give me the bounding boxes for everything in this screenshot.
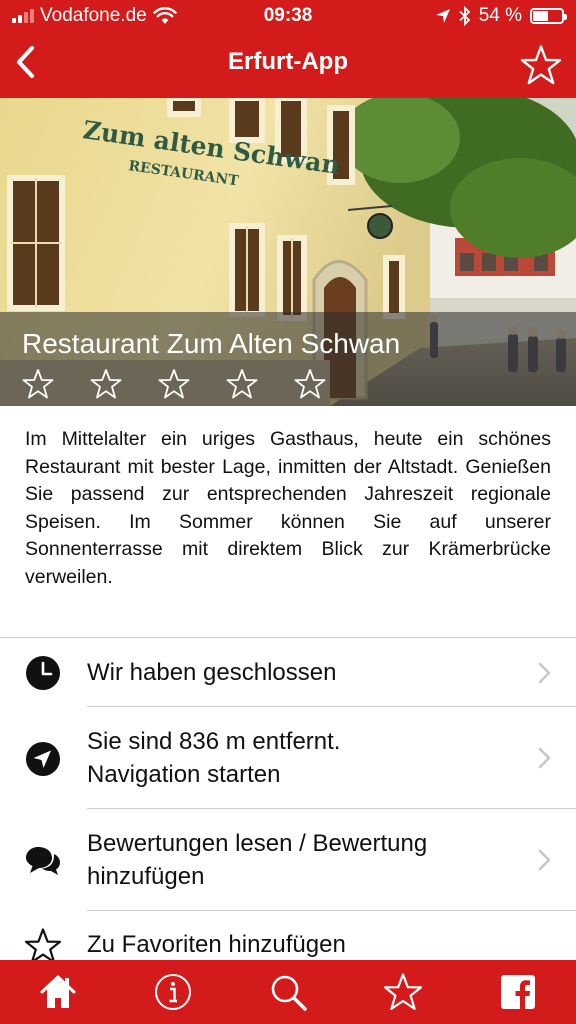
- favorite-star-icon[interactable]: [520, 44, 562, 86]
- action-list: Wir haben geschlossen Sie sind 836 m ent…: [0, 637, 576, 971]
- navigation-label: Sie sind 836 m entfernt. Navigation star…: [87, 725, 340, 791]
- status-right-group: 54 %: [435, 5, 567, 27]
- distance-text: Sie sind 836 m entfernt.: [87, 728, 341, 755]
- tab-search[interactable]: [267, 971, 309, 1013]
- favorites-label: Zu Favoriten hinzufügen: [87, 931, 346, 958]
- tab-facebook[interactable]: [497, 971, 539, 1013]
- home-icon: [40, 975, 76, 1008]
- star-outline-icon: [384, 973, 423, 1010]
- bluetooth-icon: [459, 6, 470, 26]
- rating-star-icon[interactable]: [158, 368, 190, 400]
- reviews-text-line2: hinzufügen: [87, 863, 205, 890]
- rating-star-icon[interactable]: [226, 368, 258, 400]
- reviews-row[interactable]: Bewertungen lesen / Bewertung hinzufügen: [0, 809, 576, 911]
- start-navigation-text: Navigation starten: [87, 761, 281, 788]
- rating-star-icon[interactable]: [294, 368, 326, 400]
- status-bar: Vodafone.de 09:38 54 %: [0, 0, 576, 32]
- info-icon: [154, 974, 191, 1010]
- page-title: Erfurt-App: [228, 48, 348, 75]
- search-icon: [271, 975, 307, 1011]
- tab-bar: [0, 960, 576, 1024]
- rating-stars[interactable]: [22, 368, 326, 400]
- hero-image: Zum alten Schwan RESTAURANT Restaurant Z…: [0, 98, 576, 406]
- speech-bubbles-icon: [26, 847, 60, 875]
- opening-hours-row[interactable]: Wir haben geschlossen: [0, 638, 576, 707]
- opening-hours-label: Wir haben geschlossen: [87, 659, 337, 686]
- tab-home[interactable]: [37, 971, 79, 1013]
- rating-star-icon[interactable]: [22, 368, 54, 400]
- chevron-right-icon: [538, 662, 551, 684]
- reviews-text-line1: Bewertungen lesen / Bewertung: [87, 830, 428, 857]
- chevron-right-icon: [538, 849, 551, 871]
- clock-icon: [26, 656, 60, 690]
- navigation-row[interactable]: Sie sind 836 m entfernt. Navigation star…: [0, 707, 576, 809]
- battery-fill: [533, 11, 548, 21]
- navigation-bar: Erfurt-App: [0, 32, 576, 98]
- facebook-icon: [501, 975, 536, 1009]
- tab-info[interactable]: [152, 971, 194, 1013]
- app-header: Vodafone.de 09:38 54 % Erfurt-App: [0, 0, 576, 98]
- reviews-label: Bewertungen lesen / Bewertung hinzufügen: [87, 827, 427, 893]
- restaurant-name: Restaurant Zum Alten Schwan: [22, 328, 401, 359]
- restaurant-description: Im Mittelalter ein uriges Gasthaus, heut…: [25, 428, 551, 588]
- rating-star-icon[interactable]: [90, 368, 122, 400]
- location-services-icon: [435, 9, 450, 23]
- location-arrow-icon: [26, 742, 60, 776]
- battery-percent: 54 %: [478, 5, 522, 26]
- tab-favorites[interactable]: [382, 971, 424, 1013]
- chevron-right-icon: [538, 747, 551, 769]
- battery-icon: [530, 8, 567, 24]
